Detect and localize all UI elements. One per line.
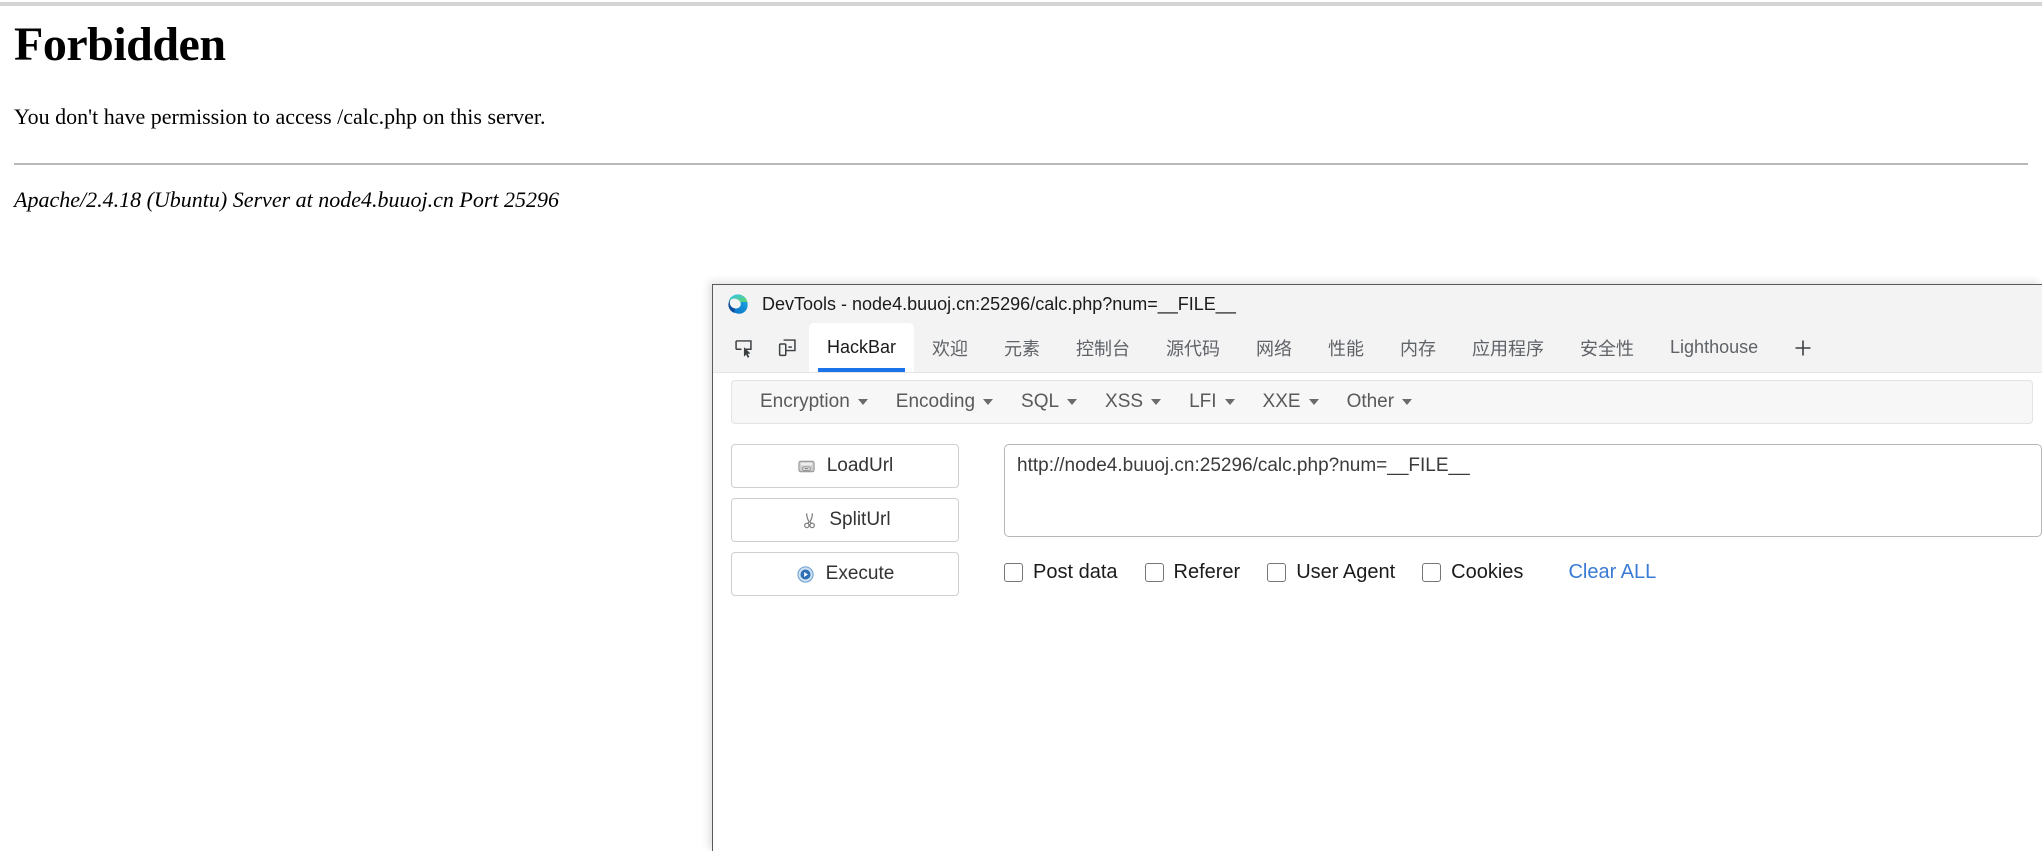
chevron-down-icon bbox=[983, 399, 994, 405]
edge-logo-icon bbox=[728, 294, 748, 314]
hackbar-main: LoadUrl SplitUrl Execute http://node4.bu… bbox=[713, 424, 2042, 606]
tab-memory[interactable]: 内存 bbox=[1382, 323, 1454, 372]
hackbar-menubar: Encryption Encoding SQL XSS LFI XXE Othe… bbox=[731, 380, 2033, 424]
tab-lighthouse[interactable]: Lighthouse bbox=[1652, 323, 1776, 372]
tab-network[interactable]: 网络 bbox=[1238, 323, 1310, 372]
menu-label: LFI bbox=[1189, 391, 1217, 412]
add-tab-icon[interactable] bbox=[1776, 323, 1830, 372]
menu-encryption[interactable]: Encryption bbox=[746, 391, 882, 413]
tab-application[interactable]: 应用程序 bbox=[1454, 323, 1562, 372]
load-url-icon bbox=[797, 456, 817, 476]
devtools-title-text: DevTools - node4.buuoj.cn:25296/calc.php… bbox=[762, 293, 1236, 314]
hackbar-options-row: Post data Referer User Agent Cookies Cle… bbox=[1004, 561, 2042, 584]
menu-label: Encryption bbox=[760, 391, 850, 412]
apache-error-page: Forbidden You don't have permission to a… bbox=[0, 6, 2042, 213]
execute-button[interactable]: Execute bbox=[731, 552, 959, 596]
tab-performance[interactable]: 性能 bbox=[1310, 323, 1382, 372]
user-agent-option[interactable]: User Agent bbox=[1267, 561, 1395, 584]
menu-encoding[interactable]: Encoding bbox=[882, 391, 1007, 413]
menu-xxe[interactable]: XXE bbox=[1249, 391, 1333, 413]
tab-label: 性能 bbox=[1328, 338, 1365, 359]
button-label: LoadUrl bbox=[826, 455, 894, 476]
devtools-window: DevTools - node4.buuoj.cn:25296/calc.php… bbox=[712, 284, 2042, 851]
chevron-down-icon bbox=[1308, 399, 1319, 405]
cookies-checkbox[interactable] bbox=[1422, 563, 1442, 582]
browser-chrome-edge-highlight bbox=[0, 0, 2042, 2]
menu-label: Other bbox=[1346, 391, 1395, 412]
menu-xss[interactable]: XSS bbox=[1091, 391, 1175, 413]
tab-sources[interactable]: 源代码 bbox=[1148, 323, 1238, 372]
tab-label: 安全性 bbox=[1580, 338, 1635, 359]
server-signature: Apache/2.4.18 (Ubuntu) Server at node4.b… bbox=[14, 187, 560, 213]
tab-elements[interactable]: 元素 bbox=[986, 323, 1058, 372]
button-label: Execute bbox=[825, 563, 895, 584]
load-url-button[interactable]: LoadUrl bbox=[731, 444, 959, 488]
tab-label: 内存 bbox=[1400, 338, 1437, 359]
url-input[interactable]: http://node4.buuoj.cn:25296/calc.php?num… bbox=[1004, 444, 2042, 537]
clear-all-link[interactable]: Clear ALL bbox=[1568, 561, 1656, 584]
tab-security[interactable]: 安全性 bbox=[1562, 323, 1652, 372]
option-label: User Agent bbox=[1296, 561, 1396, 583]
menu-other[interactable]: Other bbox=[1333, 391, 1427, 413]
chevron-down-icon bbox=[857, 399, 868, 405]
referer-checkbox[interactable] bbox=[1144, 563, 1164, 582]
option-label: Post data bbox=[1033, 561, 1118, 583]
cookies-option[interactable]: Cookies bbox=[1422, 561, 1523, 584]
tab-hackbar[interactable]: HackBar bbox=[809, 323, 915, 372]
tab-label: 源代码 bbox=[1166, 338, 1221, 359]
execute-play-icon bbox=[796, 564, 816, 584]
option-label: Cookies bbox=[1451, 561, 1524, 583]
chevron-down-icon bbox=[1402, 399, 1413, 405]
option-label: Referer bbox=[1173, 561, 1241, 583]
tab-label: 网络 bbox=[1256, 338, 1293, 359]
tab-console[interactable]: 控制台 bbox=[1058, 323, 1148, 372]
chevron-down-icon bbox=[1151, 399, 1162, 405]
chevron-down-icon bbox=[1224, 399, 1235, 405]
tab-label: Lighthouse bbox=[1670, 337, 1759, 357]
menu-label: XXE bbox=[1262, 391, 1301, 412]
tab-label: 控制台 bbox=[1076, 338, 1131, 359]
horizontal-divider bbox=[14, 163, 2028, 166]
device-toolbar-icon[interactable] bbox=[765, 323, 809, 372]
split-url-scissors-icon bbox=[799, 510, 819, 530]
devtools-titlebar[interactable]: DevTools - node4.buuoj.cn:25296/calc.php… bbox=[713, 285, 2042, 323]
menu-label: XSS bbox=[1105, 391, 1144, 412]
menu-sql[interactable]: SQL bbox=[1007, 391, 1091, 413]
user-agent-checkbox[interactable] bbox=[1267, 563, 1287, 582]
devtools-tabbar: HackBar 欢迎 元素 控制台 源代码 网络 性能 内存 应用程序 安全性 bbox=[713, 323, 2042, 373]
error-message: You don't have permission to access /cal… bbox=[14, 104, 546, 130]
tab-label: 元素 bbox=[1004, 338, 1041, 359]
split-url-button[interactable]: SplitUrl bbox=[731, 498, 959, 542]
post-data-checkbox[interactable] bbox=[1004, 563, 1023, 582]
tab-label: 应用程序 bbox=[1472, 338, 1545, 359]
post-data-option[interactable]: Post data bbox=[1004, 561, 1118, 584]
hackbar-action-buttons: LoadUrl SplitUrl Execute bbox=[731, 444, 959, 606]
chevron-down-icon bbox=[1067, 399, 1078, 405]
hackbar-right-column: http://node4.buuoj.cn:25296/calc.php?num… bbox=[1004, 444, 2042, 606]
page-title: Forbidden bbox=[14, 18, 226, 71]
tab-label: 欢迎 bbox=[932, 338, 969, 359]
button-label: SplitUrl bbox=[829, 509, 891, 530]
menu-lfi[interactable]: LFI bbox=[1175, 391, 1248, 413]
menu-label: Encoding bbox=[895, 391, 976, 412]
referer-option[interactable]: Referer bbox=[1144, 561, 1241, 584]
tab-welcome[interactable]: 欢迎 bbox=[914, 323, 986, 372]
tab-label: HackBar bbox=[827, 337, 897, 357]
inspect-element-icon[interactable] bbox=[721, 323, 765, 372]
menu-label: SQL bbox=[1021, 391, 1060, 412]
hackbar-panel: Encryption Encoding SQL XSS LFI XXE Othe… bbox=[713, 380, 2042, 851]
